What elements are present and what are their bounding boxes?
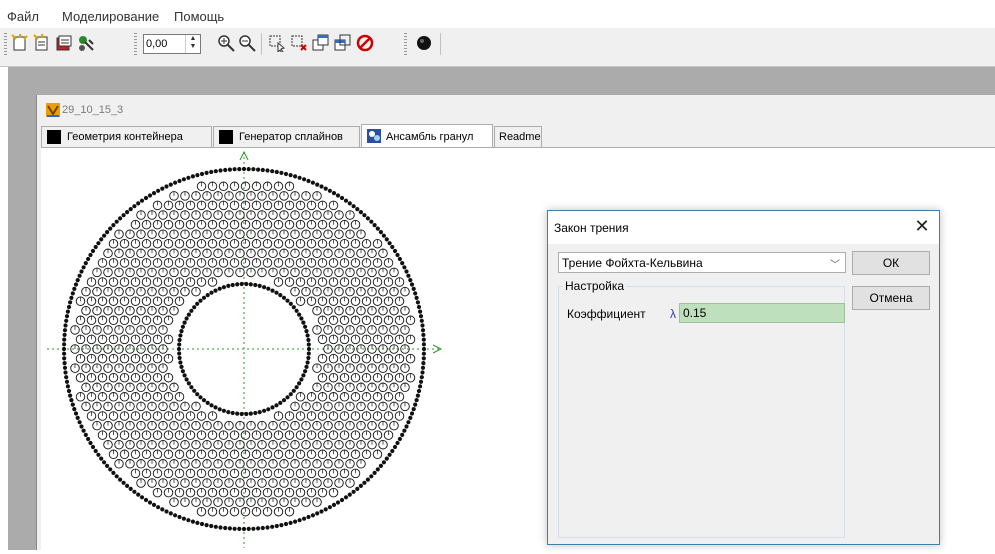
tab-label: Ансамбль гранул [386,131,474,143]
new-file-icon[interactable] [11,34,29,52]
tab-label: Генератор сплайнов [239,131,343,143]
tab-container-geometry[interactable]: Геометрия контейнера [41,126,212,147]
chevron-down-icon[interactable]: ﹀ [830,256,840,271]
tab-label: Геометрия контейнера [67,131,183,143]
menu-bar: Файл Моделирование Помощь [0,0,995,28]
coefficient-input[interactable] [680,304,836,322]
friction-law-value: Трение Фойхта-Кельвина [562,256,703,270]
open-file-icon[interactable] [33,34,51,52]
coefficient-label: Коэффициент [567,307,646,321]
toolbar-separator [261,33,262,55]
toolbar-grip-2[interactable] [134,33,137,55]
dialog-title: Закон трения [554,221,629,235]
app-logo-icon [46,103,60,117]
project-window-titlebar[interactable]: 29_10_15_3 [37,95,995,121]
toolbar-grip[interactable] [4,33,7,55]
granules-icon [367,129,381,143]
delete-selection-icon[interactable] [290,34,308,52]
toolbar-grip-3[interactable] [404,33,407,55]
coefficient-field[interactable] [679,303,845,323]
lambda-symbol: λ [670,307,676,321]
zoom-in-icon[interactable] [217,34,235,52]
menu-file[interactable]: Файл [7,9,39,24]
black-square-icon [219,130,233,144]
toolbar: ▲▼ [0,28,995,67]
record-icon[interactable] [415,34,433,52]
dialog-titlebar[interactable]: Закон трения ✕ [548,211,939,244]
toolbar-separator-2 [440,33,441,55]
tab-granule-ensemble[interactable]: Ансамбль гранул [361,124,493,147]
settings-group-label: Настройка [563,279,627,293]
black-square-icon [47,130,61,144]
settings-group: Настройка Коэффициент λ [558,279,845,538]
cancel-button[interactable]: Отмена [852,286,930,310]
tab-label: Readme [499,131,541,143]
copy-window-icon[interactable] [312,34,330,52]
run-simulation-icon[interactable] [77,34,95,52]
zoom-stepper[interactable]: ▲▼ [143,34,201,54]
tab-readme[interactable]: Readme [494,126,542,147]
select-granules-icon[interactable] [268,34,286,52]
friction-law-select[interactable]: Трение Фойхта-Кельвина ﹀ [558,252,846,273]
project-window-title: 29_10_15_3 [62,104,124,116]
zoom-spin-buttons[interactable]: ▲ ▼ [185,35,200,53]
close-icon[interactable]: ✕ [913,217,931,235]
tab-spline-generator[interactable]: Генератор сплайнов [213,126,360,147]
menu-help[interactable]: Помощь [174,9,224,24]
menu-modeling[interactable]: Моделирование [62,9,159,24]
zoom-input[interactable] [146,36,182,52]
paste-window-icon[interactable] [334,34,352,52]
save-file-icon[interactable] [55,34,73,52]
friction-law-dialog: Закон трения ✕ Трение Фойхта-Кельвина ﹀ … [547,210,940,545]
stop-icon[interactable] [356,34,374,52]
zoom-out-icon[interactable] [238,34,256,52]
ok-button[interactable]: ОК [852,251,930,275]
